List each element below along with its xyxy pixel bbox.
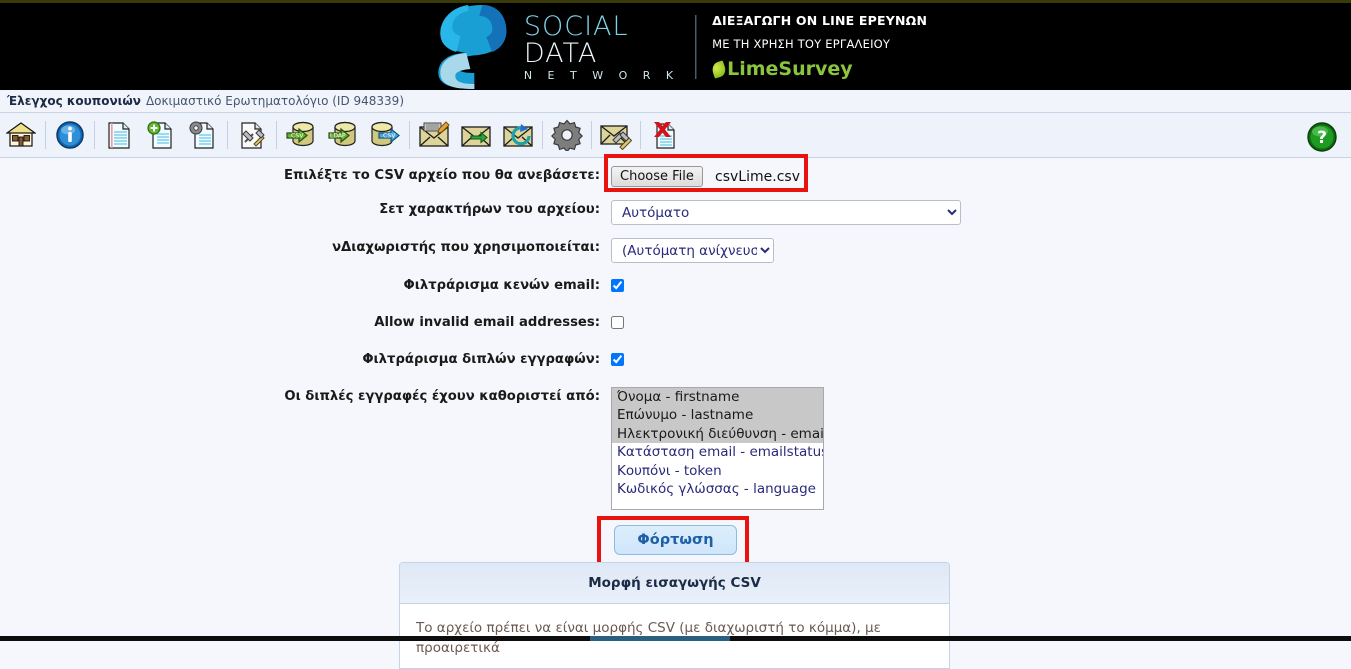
lime-leaf-icon (710, 59, 728, 79)
envelope-reminder-icon[interactable] (497, 115, 539, 155)
label-file: Επιλέξτε το CSV αρχείο που θα ανεβάσετε: (283, 168, 600, 183)
field-allow-invalid (611, 313, 624, 329)
toolbar-separator (640, 121, 641, 149)
row-charset: Σετ χαρακτήρων του αρχείου: Αυτόματο (0, 200, 1351, 225)
charset-select[interactable]: Αυτόματο (611, 200, 961, 225)
field-separator: (Αυτόματη ανίχνευση) (611, 238, 774, 263)
svg-text:.CSV: .CSV (289, 133, 304, 140)
document-add-icon[interactable] (140, 115, 182, 155)
gear-icon[interactable] (546, 115, 588, 155)
database-csv-import-icon[interactable]: .CSV (280, 115, 322, 155)
label-separator: νΔιαχωριστής που χρησιμοποιείται: (332, 240, 600, 255)
limesurvey-logo: LimeSurvey (710, 58, 927, 80)
csv-format-panel: Μορφή εισαγωγής CSV Το αρχείο πρέπει να … (399, 562, 950, 669)
banner-tagline: ΔΙΕΞΑΓΩΓΗ ΟN LINE ΕΡΕΥΝΩΝ ΜΕ ΤΗ ΧΡΗΣΗ ΤΟ… (710, 13, 928, 80)
choose-file-button[interactable]: Choose File (611, 166, 703, 187)
database-csv-export-icon[interactable]: .CSV (364, 115, 406, 155)
bottom-bar (0, 636, 1351, 641)
toolbar-separator (276, 121, 277, 149)
toolbar-separator (227, 121, 228, 149)
envelope-send-icon[interactable] (455, 115, 497, 155)
field-file: Choose File csvLime.csv (604, 154, 808, 192)
toolbar-separator (94, 121, 95, 149)
toolbar-separator (409, 121, 410, 149)
svg-text:?: ? (1317, 128, 1327, 148)
logo-line-data: DATA (523, 37, 598, 69)
field-filter-blank (611, 276, 624, 292)
logo-line-social: SOCIAL (523, 10, 629, 42)
tagline-line-1: ΔΙΕΞΑΓΩΓΗ ΟN LINE ΕΡΕΥΝΩΝ (712, 13, 928, 28)
toolbar-separator (591, 121, 592, 149)
filter-blank-checkbox[interactable] (611, 279, 624, 292)
label-filter-blank: Φιλτράρισμα κενών email: (403, 278, 600, 293)
home-icon[interactable] (0, 115, 42, 155)
envelope-tools-icon[interactable] (595, 115, 637, 155)
filter-dupes-checkbox[interactable] (611, 353, 624, 366)
submit-row: Φόρτωση (0, 516, 1351, 566)
breadcrumb: Έλεγχος κουπονιών Δοκιμαστικό Ερωτηματολ… (0, 90, 1351, 113)
row-filter-blank: Φιλτράρισμα κενών email: (0, 276, 1351, 296)
dupes-by-option[interactable]: Κουπόνι - token (612, 462, 823, 480)
allow-invalid-checkbox[interactable] (611, 316, 624, 329)
dupes-by-option[interactable]: Κωδικός γλώσσας - language (612, 480, 823, 498)
logo-divider (695, 14, 697, 79)
breadcrumb-section: Έλεγχος κουπονιών (7, 94, 141, 108)
svg-text:LDAP: LDAP (330, 133, 346, 140)
database-ldap-import-icon[interactable]: LDAP (322, 115, 364, 155)
document-icon[interactable] (98, 115, 140, 155)
row-allow-invalid: Allow invalid email addresses: (0, 313, 1351, 333)
toolbar-separator (542, 121, 543, 149)
csv-format-panel-title: Μορφή εισαγωγής CSV (400, 563, 949, 604)
label-allow-invalid: Allow invalid email addresses: (374, 315, 600, 330)
svg-text:.CSV: .CSV (381, 133, 396, 140)
breadcrumb-survey: Δοκιμαστικό Ερωτηματολόγιο (ID 948339) (145, 94, 405, 108)
field-dupes-by: Όνομα - firstname Επώνυμο - lastname Ηλεκτ… (611, 387, 824, 510)
tagline-line-2: ΜΕ ΤΗ ΧΡΗΣΗ ΤΟΥ ΕΡΓΑΛΕΙΟΥ (712, 37, 891, 51)
row-file: Επιλέξτε το CSV αρχείο που θα ανεβάσετε:… (0, 154, 1351, 192)
document-tools-icon[interactable] (231, 115, 273, 155)
envelope-edit-icon[interactable] (413, 115, 455, 155)
page-root: SOCIAL DATA N E T W O R K ΔΙΕΞΑΓΩΓΗ ΟN L… (0, 0, 1351, 669)
toolbar-separator (45, 121, 46, 149)
document-delete-icon[interactable] (644, 115, 686, 155)
dupes-by-option[interactable]: Ηλεκτρονική διεύθυνση - email (612, 424, 823, 444)
row-filter-dupes: Φιλτράρισμα διπλών εγγραφών: (0, 350, 1351, 370)
field-charset: Αυτόματο (611, 200, 961, 225)
admin-toolbar: .CSV LDAP .CSV ? (0, 113, 1351, 158)
logo-wordmark: SOCIAL DATA N E T W O R K (520, 13, 679, 81)
upload-button[interactable]: Φόρτωση (614, 525, 737, 555)
bottom-bar-accent (590, 636, 730, 641)
row-dupes-by: Οι διπλές εγγραφές έχουν καθοριστεί από:… (0, 387, 1351, 510)
row-separator: νΔιαχωριστής που χρησιμοποιείται: (Αυτόμ… (0, 238, 1351, 263)
field-filter-dupes (611, 350, 624, 366)
site-banner: SOCIAL DATA N E T W O R K ΔΙΕΞΑΓΩΓΗ ΟN L… (0, 3, 1351, 90)
dupes-by-option[interactable]: Επώνυμο - lastname (612, 406, 823, 425)
help-icon[interactable]: ? (1301, 117, 1343, 157)
dupes-by-option[interactable]: Κατάσταση email - emailstatus (612, 443, 823, 461)
info-icon[interactable] (49, 115, 91, 155)
limesurvey-wordmark: LimeSurvey (727, 58, 853, 80)
label-dupes-by: Οι διπλές εγγραφές έχουν καθοριστεί από: (284, 389, 600, 404)
chosen-file-name: csvLime.csv (715, 168, 800, 185)
csv-import-form: Επιλέξτε το CSV αρχείο που θα ανεβάσετε:… (0, 154, 1351, 566)
separator-select[interactable]: (Αυτόματη ανίχνευση) (611, 238, 774, 263)
label-charset: Σετ χαρακτήρων του αρχείου: (379, 202, 600, 217)
dupes-by-option[interactable]: Όνομα - firstname (612, 388, 823, 407)
social-data-network-logo-mark (424, 3, 520, 90)
dupes-by-listbox[interactable]: Όνομα - firstname Επώνυμο - lastname Ηλεκτ… (611, 387, 824, 510)
logo-line-network: N E T W O R K (523, 68, 680, 82)
document-settings-icon[interactable] (182, 115, 224, 155)
label-filter-dupes: Φιλτράρισμα διπλών εγγραφών: (362, 352, 600, 367)
